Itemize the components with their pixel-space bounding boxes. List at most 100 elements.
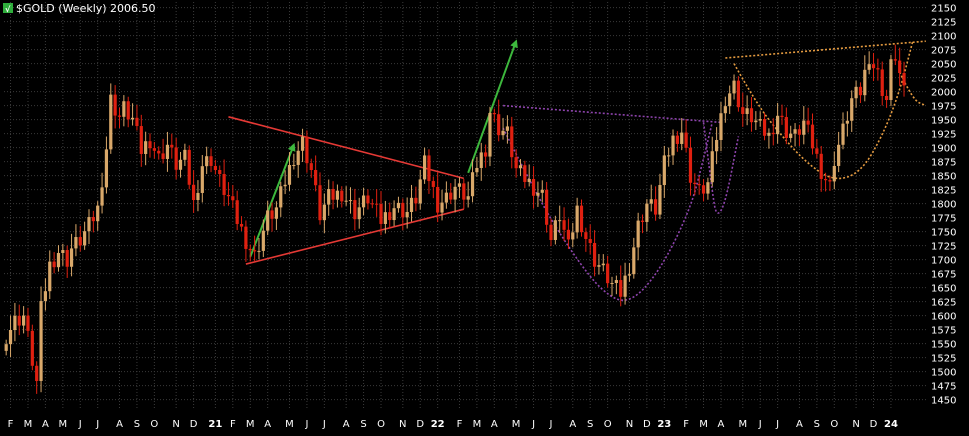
x-tick-label: M — [699, 419, 708, 430]
candle-body — [523, 165, 527, 182]
candle-body — [122, 101, 126, 117]
candle-body — [784, 117, 788, 138]
candle-body — [776, 115, 780, 135]
y-tick-label: 1850 — [931, 172, 956, 183]
candle-body — [191, 184, 196, 201]
candle-body — [505, 126, 510, 131]
x-tick-label: J — [78, 419, 82, 430]
candle-body — [876, 68, 880, 70]
candle-body — [527, 179, 531, 182]
candle-body — [396, 202, 401, 209]
candle-body — [789, 133, 793, 138]
candle-body — [715, 139, 719, 152]
candle-body — [884, 95, 889, 100]
candle-body — [510, 126, 514, 158]
y-tick-label: 1975 — [931, 102, 956, 113]
candle-body — [69, 248, 74, 267]
candle-body — [558, 220, 562, 222]
candle-body — [606, 263, 610, 284]
candle-body — [39, 301, 43, 382]
candle-body — [74, 237, 78, 249]
gold-weekly-chart: 1450 1475 1500 1525 1550 1575 1600 1625 1650 1675… — [0, 0, 969, 432]
candle-body — [627, 274, 632, 276]
candle-body — [183, 149, 187, 160]
candle-body — [248, 248, 252, 251]
candle-body — [48, 261, 52, 292]
candle-body — [754, 120, 758, 123]
candle-body — [52, 261, 56, 268]
candle-body — [353, 200, 357, 220]
x-tick-label: A — [796, 419, 803, 430]
y-tick-label: 2150 — [931, 4, 956, 15]
x-tick-label: S — [360, 419, 366, 430]
candle-body — [723, 106, 727, 114]
x-tick-label: M — [738, 419, 747, 430]
y-tick-label: 1650 — [931, 284, 956, 295]
y-tick-label: 1750 — [931, 228, 956, 239]
candle-body — [152, 148, 156, 151]
candle-body — [117, 115, 122, 117]
candle-body — [488, 112, 492, 157]
candle-body — [688, 147, 693, 183]
candle-body — [104, 149, 109, 188]
candle-body — [35, 365, 39, 382]
candle-body — [749, 108, 754, 123]
candle-body — [697, 184, 701, 186]
x-tick-label: F — [8, 419, 14, 430]
candle-body — [545, 189, 549, 225]
candle-body — [693, 182, 697, 184]
candle-body — [566, 229, 571, 240]
candle-body — [601, 263, 605, 266]
candle-body — [828, 180, 832, 182]
y-tick-label: 1575 — [931, 326, 956, 337]
candle-body — [13, 315, 17, 330]
y-tick-label: 1875 — [931, 158, 956, 169]
candle-body — [30, 330, 34, 366]
x-tick-label: A — [491, 419, 498, 430]
candle-body — [418, 179, 422, 204]
x-tick-label: O — [830, 419, 838, 430]
candle-body — [623, 275, 627, 297]
candle-body — [575, 205, 579, 233]
x-tick-label: N — [852, 419, 859, 430]
candle-body — [758, 119, 762, 121]
x-tick-label: J — [95, 419, 99, 430]
candle-body — [370, 203, 374, 205]
y-tick-label: 1800 — [931, 200, 956, 211]
candle-body — [649, 199, 653, 204]
candle-body — [610, 283, 614, 285]
candle-body — [405, 212, 409, 218]
candle-body — [22, 315, 26, 326]
y-tick-label: 1700 — [931, 256, 956, 267]
candle-body — [658, 185, 662, 215]
candle-body — [200, 166, 204, 193]
y-tick-label: 1550 — [931, 340, 956, 351]
candle-body — [144, 141, 148, 154]
x-tick-label: A — [116, 419, 123, 430]
candle-body — [492, 112, 496, 115]
candle-body — [728, 93, 732, 107]
x-tick-label: S — [134, 419, 140, 430]
candle-body — [797, 129, 802, 135]
candle-body — [701, 185, 706, 194]
candle-body — [802, 120, 806, 135]
x-tick-label: S — [814, 419, 820, 430]
candle-body — [170, 144, 174, 148]
x-tick-label: A — [718, 419, 725, 430]
x-tick-label: D — [190, 419, 198, 430]
candle-body — [440, 202, 444, 213]
x-tick-label: M — [473, 419, 482, 430]
candle-body — [222, 174, 226, 195]
candle-body — [422, 155, 427, 180]
candle-body — [139, 126, 143, 154]
candle-body — [187, 149, 191, 185]
y-tick-label: 1450 — [931, 396, 956, 407]
x-tick-label: J — [304, 419, 308, 430]
candle-body — [266, 210, 270, 231]
candle-body — [348, 200, 353, 202]
candle-body — [767, 132, 771, 136]
candle-body — [392, 208, 396, 221]
y-axis: 1450 1475 1500 1525 1550 1575 1600 1625 1650 1675… — [931, 4, 956, 407]
candle-body — [218, 170, 222, 175]
candle-body — [205, 156, 209, 167]
